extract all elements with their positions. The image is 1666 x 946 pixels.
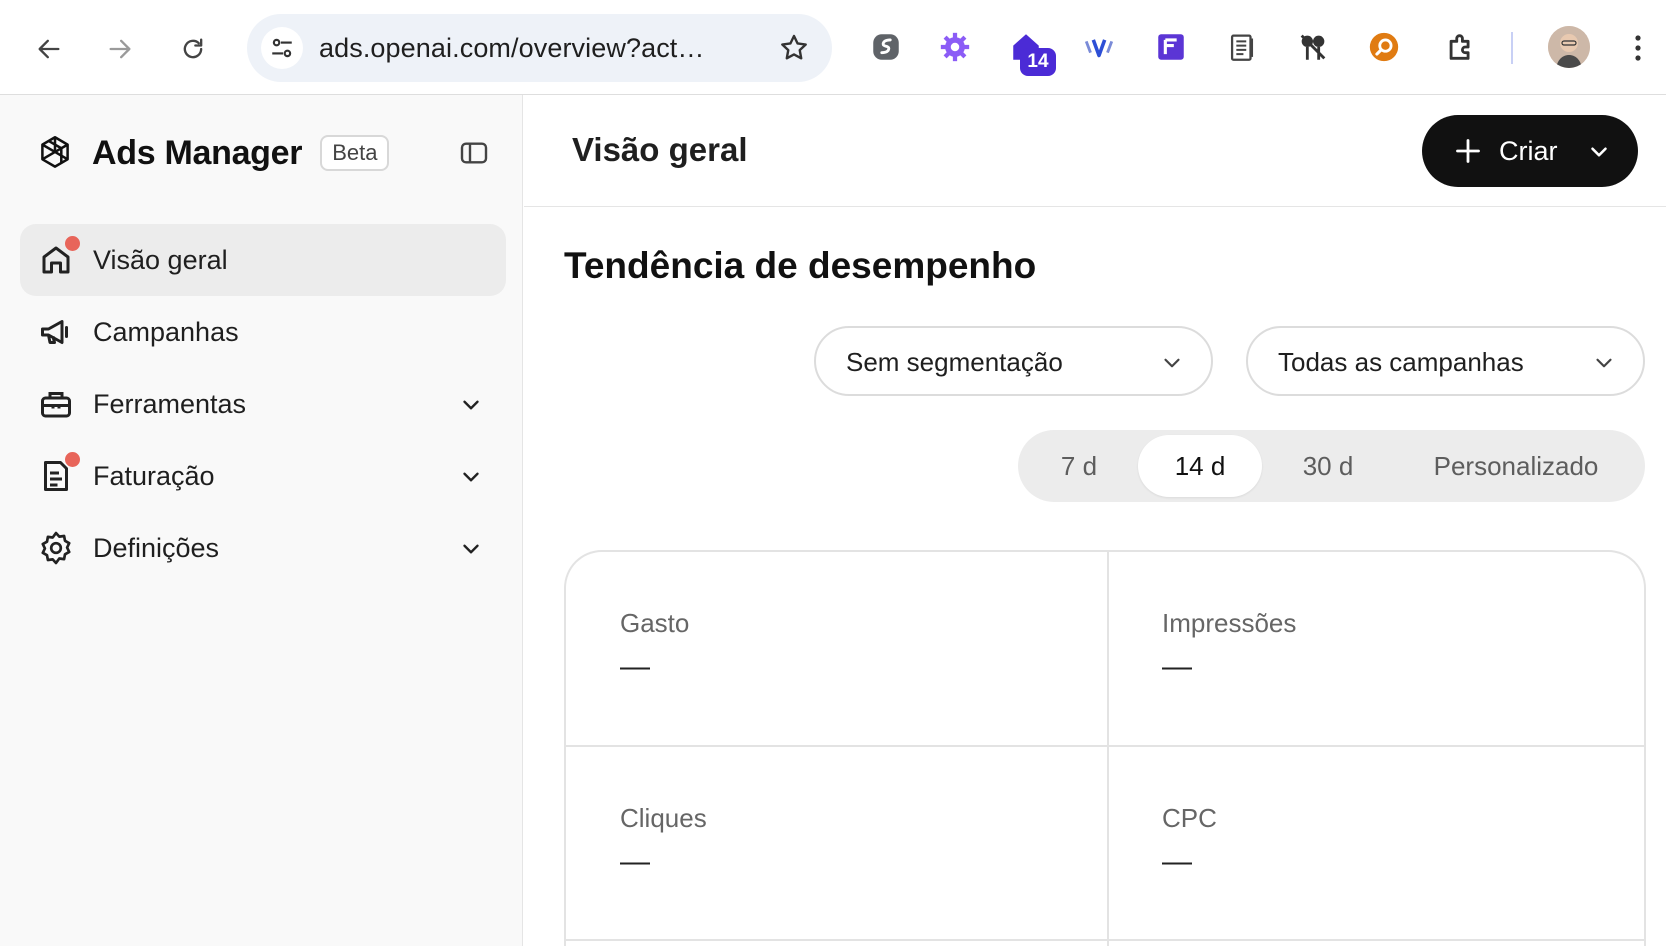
avatar[interactable]: [1548, 26, 1590, 68]
brand[interactable]: Ads Manager Beta: [34, 131, 390, 175]
tune-icon: [272, 38, 292, 58]
forward-button[interactable]: [98, 27, 142, 71]
reload-icon: [183, 38, 203, 59]
sidebar-item-settings[interactable]: Definições: [20, 512, 506, 584]
chevron-down-icon: [1164, 358, 1180, 368]
search-circle-icon[interactable]: [1364, 27, 1404, 67]
toolbar-separator: [1511, 32, 1513, 64]
vectorize-icon[interactable]: [1079, 27, 1119, 67]
campaign-select[interactable]: Todas as campanhas: [1246, 326, 1645, 396]
metric-value: —: [1162, 845, 1192, 878]
metric-card-impressions: Impressões —: [1108, 552, 1644, 745]
segmentation-value: Sem segmentação: [846, 347, 1063, 377]
main-content: Visão geral Criar Tendência de desempenh…: [524, 95, 1666, 946]
metric-value: —: [1162, 650, 1192, 683]
toolbox-icon: [41, 392, 71, 418]
sidebar-item-label: Campanhas: [93, 317, 239, 347]
beta-badge: Beta: [320, 135, 390, 171]
settings-puzzle-icon[interactable]: [935, 27, 975, 67]
notification-dot: [65, 452, 80, 467]
metric-label: Gasto: [620, 608, 690, 638]
openai-logo-icon: [41, 135, 69, 168]
back-button[interactable]: [27, 27, 71, 71]
sidebar-item-campaigns[interactable]: Campanhas: [20, 296, 506, 368]
url-text: ads.openai.com/overview?act…: [319, 33, 705, 63]
more-menu-icon[interactable]: [1628, 30, 1648, 66]
site-info-button[interactable]: [261, 27, 303, 69]
reload-button[interactable]: [171, 27, 215, 71]
page-header: Visão geral Criar: [524, 95, 1666, 207]
metric-label: CPC: [1162, 803, 1217, 833]
date-range-selector: 7 d 14 d 30 d Personalizado: [1018, 430, 1645, 502]
create-button-label: Criar: [1499, 136, 1558, 166]
sidebar: Ads Manager Beta Visão geral Campanhas F…: [0, 95, 523, 946]
section-title: Tendência de desempenho: [564, 245, 1037, 286]
notes-icon[interactable]: [1222, 27, 1262, 67]
browser-toolbar: ads.openai.com/overview?act… 14: [0, 0, 1666, 95]
address-bar[interactable]: ads.openai.com/overview?act…: [247, 14, 832, 82]
range-option-14d[interactable]: 14 d: [1138, 435, 1262, 497]
chevron-down-icon: [1596, 358, 1612, 368]
sidebar-nav: Visão geral Campanhas Ferramentas Fatura…: [20, 224, 506, 584]
range-option-7d[interactable]: 7 d: [1024, 435, 1134, 497]
plus-icon: [1456, 139, 1480, 163]
notification-badge: 14: [1020, 48, 1056, 76]
metric-label: Cliques: [620, 803, 707, 833]
sidebar-item-billing[interactable]: Faturação: [20, 440, 506, 512]
chevron-down-icon[interactable]: [458, 464, 484, 490]
metric-card-cpc: CPC —: [1108, 747, 1644, 940]
chevron-down-icon: [1591, 147, 1607, 157]
metrics-grid: Gasto — Impressões — Cliques — CPC —: [564, 550, 1646, 946]
sidebar-toggle-icon[interactable]: [458, 137, 490, 169]
arrow-right-icon: [109, 39, 131, 59]
sidebar-item-tools[interactable]: Ferramentas: [20, 368, 506, 440]
sidebar-item-label: Faturação: [93, 461, 215, 491]
star-icon[interactable]: [778, 32, 810, 64]
sidebar-item-overview[interactable]: Visão geral: [20, 224, 506, 296]
range-option-30d[interactable]: 30 d: [1266, 435, 1390, 497]
sidebar-item-label: Definições: [93, 533, 220, 563]
metric-label: Impressões: [1162, 608, 1297, 638]
segmentation-select[interactable]: Sem segmentação: [814, 326, 1213, 396]
sidebar-item-label: Visão geral: [93, 245, 228, 275]
keys-icon[interactable]: [1293, 27, 1333, 67]
campaign-value: Todas as campanhas: [1278, 347, 1524, 377]
metric-value: —: [620, 650, 650, 683]
extensions-puzzle-icon[interactable]: [1441, 27, 1481, 67]
forms-icon[interactable]: [1151, 27, 1191, 67]
app-title: Ads Manager: [92, 133, 303, 172]
megaphone-icon: [41, 320, 68, 344]
metric-card-spend: Gasto —: [566, 552, 1106, 745]
surfshark-icon[interactable]: [866, 27, 906, 67]
gear-icon: [41, 531, 71, 565]
sidebar-item-label: Ferramentas: [93, 389, 247, 419]
metric-value: —: [620, 845, 650, 878]
metric-card-clicks: Cliques —: [566, 747, 1106, 940]
chevron-down-icon[interactable]: [458, 536, 484, 562]
create-button[interactable]: Criar: [1422, 115, 1638, 187]
range-option-custom[interactable]: Personalizado: [1394, 435, 1638, 497]
page-title: Visão geral: [572, 131, 748, 168]
arrow-left-icon: [38, 39, 60, 59]
notification-dot: [65, 236, 80, 251]
chevron-down-icon[interactable]: [458, 392, 484, 418]
